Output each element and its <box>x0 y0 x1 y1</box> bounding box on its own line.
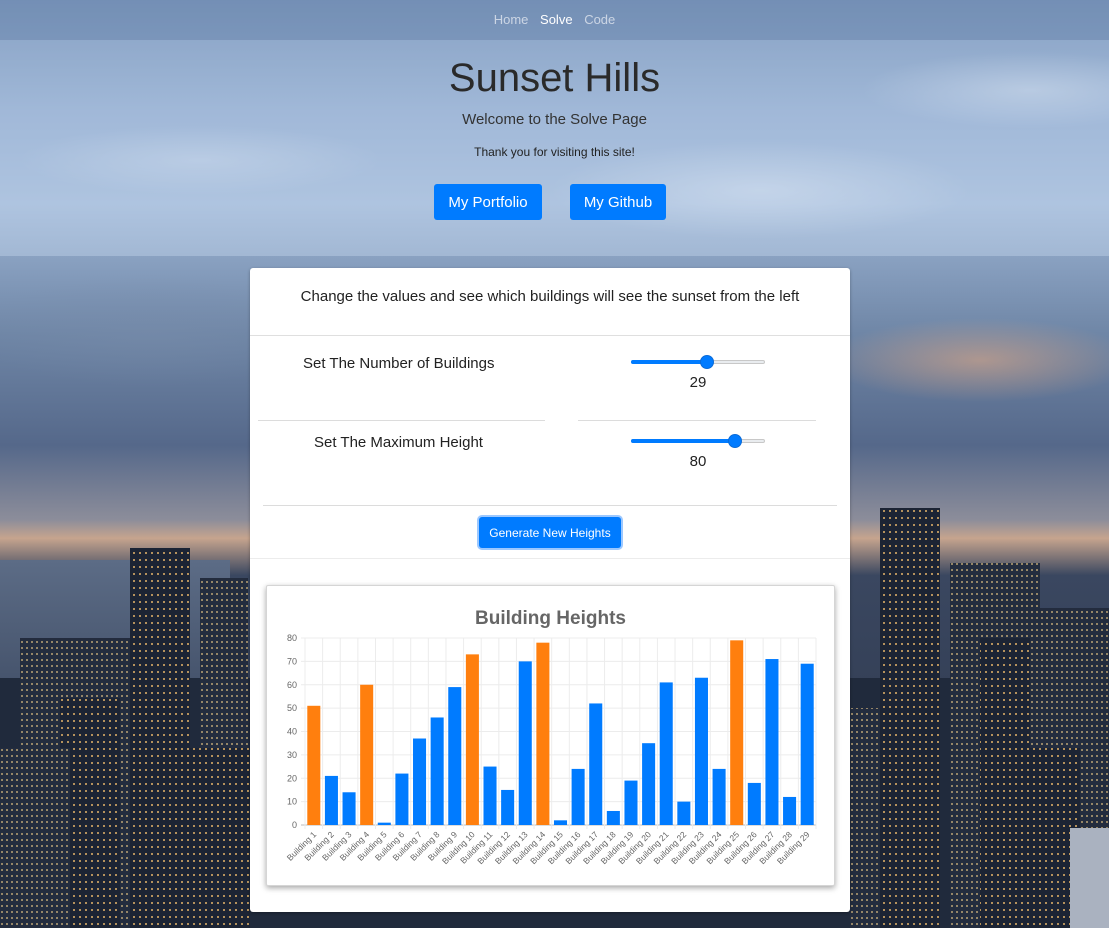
chart-bar <box>642 743 656 825</box>
chart-bar <box>783 796 797 825</box>
top-nav: Home Solve Code <box>0 12 1109 27</box>
chart-bar <box>342 792 356 825</box>
nav-home[interactable]: Home <box>494 12 529 27</box>
chart-bar <box>765 659 779 825</box>
solver-card: Change the values and see which building… <box>250 268 850 912</box>
height-value: 80 <box>689 453 707 470</box>
y-tick-label: 10 <box>287 797 297 807</box>
chart-bar <box>694 677 708 825</box>
chart-bar <box>324 775 338 825</box>
chart-bar <box>730 640 744 825</box>
chart-bar <box>465 654 479 825</box>
chart-bar <box>395 773 409 825</box>
chart-bar <box>307 705 321 825</box>
chart-bar <box>624 780 638 825</box>
chart-bar <box>677 801 691 825</box>
y-tick-label: 20 <box>287 773 297 783</box>
nav-solve[interactable]: Solve <box>540 12 573 27</box>
generate-heights-button[interactable]: Generate New Heights <box>479 517 621 548</box>
buildings-slider[interactable] <box>631 354 765 370</box>
page-subtitle: Welcome to the Solve Page <box>462 111 647 128</box>
y-tick-label: 80 <box>287 633 297 643</box>
height-slider-handle[interactable] <box>728 434 742 448</box>
height-label: Set The Maximum Height <box>314 434 483 451</box>
github-button[interactable]: My Github <box>570 184 666 220</box>
chart-bar <box>518 661 532 825</box>
chart-bar <box>659 682 673 825</box>
building-heights-chart: 01020304050607080Building 1Building 2Bui… <box>285 633 817 866</box>
chart-bar <box>712 768 726 825</box>
y-tick-label: 50 <box>287 703 297 713</box>
height-slider[interactable] <box>631 433 765 449</box>
chart-bar <box>589 703 603 825</box>
y-tick-label: 60 <box>287 680 297 690</box>
buildings-slider-handle[interactable] <box>700 355 714 369</box>
chart-bar <box>430 717 444 825</box>
y-tick-label: 40 <box>287 727 297 737</box>
divider <box>263 505 837 506</box>
chart-bar <box>553 820 568 825</box>
buildings-value: 29 <box>689 374 707 391</box>
buildings-label: Set The Number of Buildings <box>303 355 495 372</box>
nav-code[interactable]: Code <box>584 12 615 27</box>
y-tick-label: 70 <box>287 656 297 666</box>
chart-bar <box>483 766 497 825</box>
y-tick-label: 0 <box>292 820 297 830</box>
chart-bar <box>413 738 427 825</box>
divider <box>258 420 545 421</box>
chart-bar <box>501 789 515 825</box>
chart-bar <box>448 687 462 825</box>
chart-bar <box>800 663 814 825</box>
page-title: Sunset Hills <box>448 56 661 100</box>
chart-bar <box>360 684 374 825</box>
card-header: Change the values and see which building… <box>250 268 850 336</box>
chart-panel: Building Heights 0 10 20 30 40 50 60 70 80 Buildi… <box>266 585 835 886</box>
divider <box>250 558 850 559</box>
chart-bar <box>536 642 550 825</box>
chart-bar <box>571 768 585 825</box>
divider <box>578 420 816 421</box>
portfolio-button[interactable]: My Portfolio <box>434 184 542 220</box>
chart-bar <box>377 822 391 825</box>
chart-bar <box>606 810 620 825</box>
chart-bar <box>747 782 761 825</box>
y-tick-label: 30 <box>287 750 297 760</box>
thanks-text: Thank you for visiting this site! <box>474 145 635 159</box>
